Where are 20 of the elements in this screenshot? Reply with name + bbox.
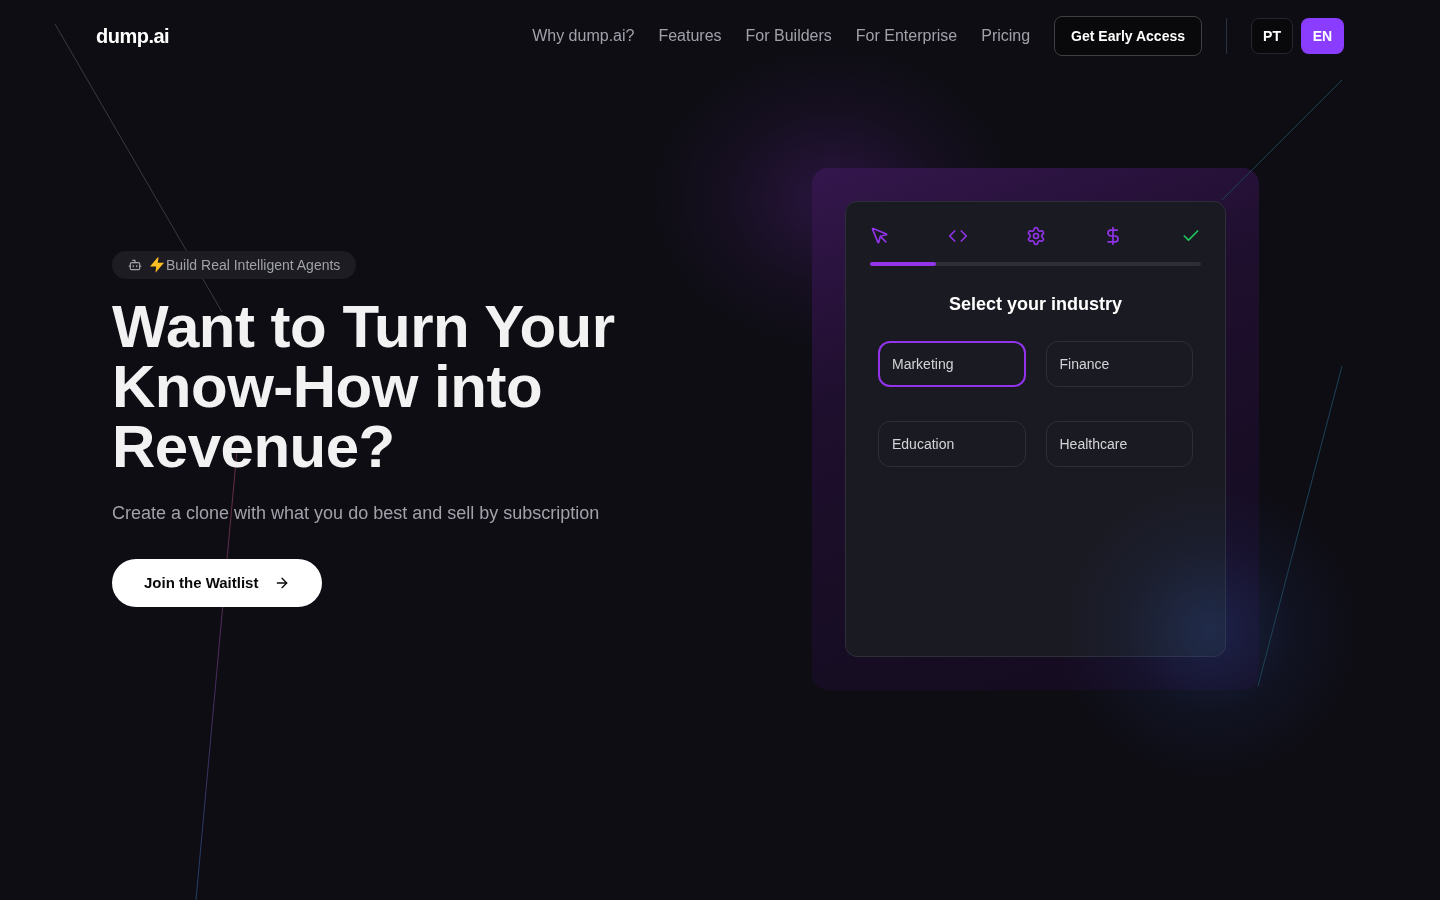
language-toggle[interactable]: EN (1301, 18, 1344, 54)
lightning-icon (150, 257, 164, 273)
tagline-text: Build Real Intelligent Agents (166, 255, 341, 275)
industry-option[interactable]: Finance (1045, 341, 1193, 387)
industry-option[interactable]: Healthcare (1045, 421, 1193, 467)
industry-option[interactable]: Education (878, 421, 1026, 467)
wizard-title: Select your industry (947, 293, 1124, 316)
hero-heading: Want to Turn Your Know-How into Revenue? (112, 297, 616, 477)
waitlist-button[interactable]: Join the Waitlist (112, 559, 323, 607)
nav-link[interactable]: For Enterprise (855, 24, 958, 48)
industry-option[interactable]: Marketing (878, 341, 1026, 387)
early-access-button[interactable]: Get Early Access (1054, 16, 1202, 56)
language-toggle[interactable]: PT (1251, 18, 1293, 54)
nav-link[interactable]: For Builders (745, 24, 832, 48)
robot-icon (128, 258, 142, 272)
nav-link[interactable]: Pricing (981, 24, 1031, 48)
logo[interactable]: dump.ai (96, 21, 170, 51)
nav-link[interactable]: Why dump.ai? (532, 24, 635, 48)
hero-subtitle: Create a clone with what you do best and sell by subscription (112, 502, 600, 525)
nav-link[interactable]: Features (658, 24, 722, 48)
